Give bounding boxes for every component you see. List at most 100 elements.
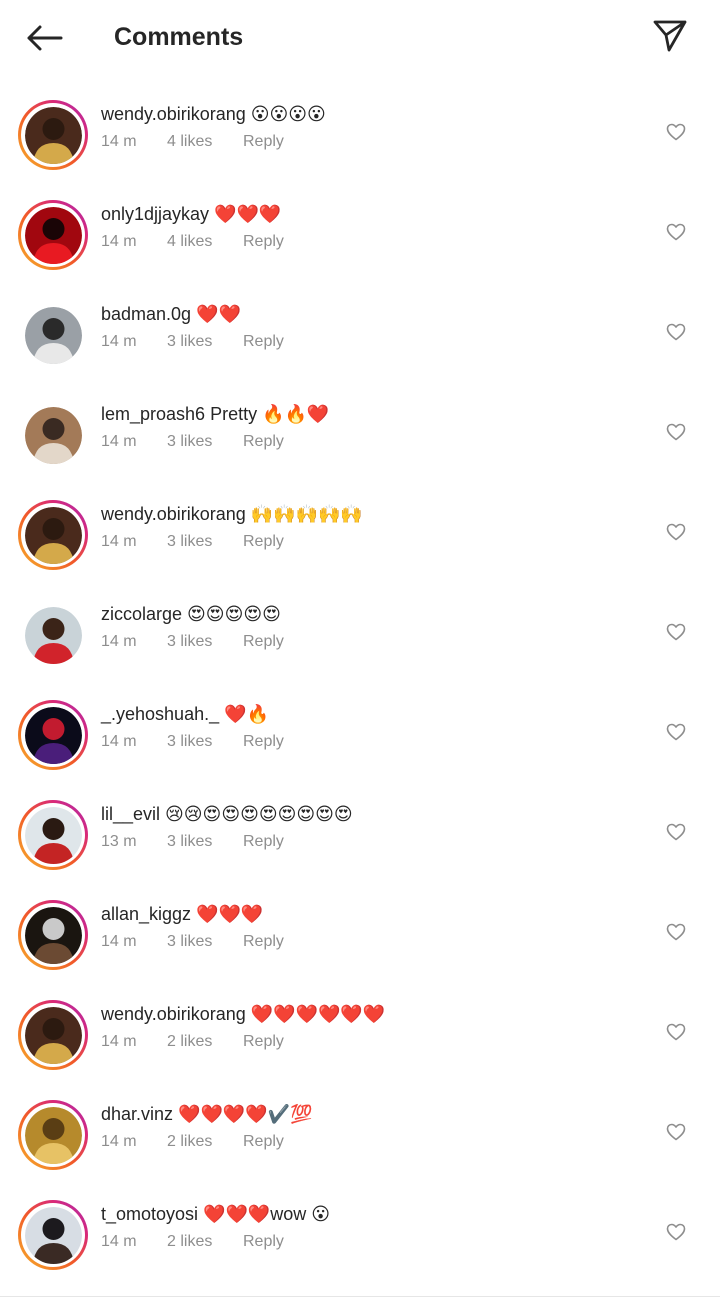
avatar-frame <box>21 203 85 267</box>
avatar-button[interactable] <box>18 200 88 270</box>
comment-text: ❤️❤️❤️wow 😮 <box>203 1204 331 1224</box>
like-button[interactable] <box>664 1220 688 1244</box>
likes-count[interactable]: 2 likes <box>167 1132 243 1152</box>
like-button[interactable] <box>664 620 688 644</box>
avatar-button[interactable] <box>18 600 88 670</box>
avatar-button[interactable] <box>18 1100 88 1170</box>
comment-line: lil__evil 😢😢😍😍😍😍😍😍😍😍 <box>101 802 640 826</box>
like-button[interactable] <box>664 820 688 844</box>
username-link[interactable]: wendy.obirikorang <box>101 1004 246 1024</box>
avatar <box>24 406 82 464</box>
avatar-button[interactable] <box>18 100 88 170</box>
like-button[interactable] <box>664 720 688 744</box>
username-link[interactable]: t_omotoyosi <box>101 1204 198 1224</box>
username-link[interactable]: wendy.obirikorang <box>101 104 246 124</box>
likes-count[interactable]: 2 likes <box>167 1232 243 1252</box>
like-button[interactable] <box>664 220 688 244</box>
comment-body: only1djjaykay ❤️❤️❤️ 14 m 4 likes Reply <box>101 202 640 252</box>
username-link[interactable]: only1djjaykay <box>101 204 209 224</box>
heart-icon <box>666 123 686 141</box>
reply-button[interactable]: Reply <box>243 1032 284 1052</box>
likes-count[interactable]: 3 likes <box>167 932 243 952</box>
like-button[interactable] <box>664 120 688 144</box>
comment-row: lem_proash6 Pretty 🔥🔥❤️ 14 m 3 likes Reply <box>0 384 720 484</box>
like-button[interactable] <box>664 420 688 444</box>
reply-button[interactable]: Reply <box>243 532 284 552</box>
avatar <box>24 1006 82 1064</box>
avatar-button[interactable] <box>18 400 88 470</box>
reply-button[interactable]: Reply <box>243 232 284 252</box>
username-link[interactable]: _.yehoshuah._ <box>101 704 219 724</box>
avatar-button[interactable] <box>18 500 88 570</box>
page-title: Comments <box>114 23 244 51</box>
timestamp: 14 m <box>101 133 137 150</box>
comment-meta: 14 m 4 likes Reply <box>101 232 640 252</box>
likes-count[interactable]: 3 likes <box>167 832 243 852</box>
timestamp: 14 m <box>101 533 137 550</box>
comment-text: 😍😍😍😍😍 <box>187 604 281 624</box>
comment-body: allan_kiggz ❤️❤️❤️ 14 m 3 likes Reply <box>101 902 640 952</box>
avatar-frame <box>21 803 85 867</box>
comment-meta: 14 m 4 likes Reply <box>101 132 640 152</box>
avatar-button[interactable] <box>18 900 88 970</box>
username-link[interactable]: lem_proash6 <box>101 404 205 424</box>
avatar-button[interactable] <box>18 1200 88 1270</box>
comment-meta: 14 m 3 likes Reply <box>101 732 640 752</box>
like-button[interactable] <box>664 320 688 344</box>
avatar <box>24 1106 82 1164</box>
comment-body: wendy.obirikorang 🙌🙌🙌🙌🙌 14 m 3 likes Reply <box>101 502 640 552</box>
username-link[interactable]: allan_kiggz <box>101 904 191 924</box>
avatar-button[interactable] <box>18 300 88 370</box>
reply-button[interactable]: Reply <box>243 432 284 452</box>
comment-row: dhar.vinz ❤️❤️❤️❤️✔️💯 14 m 2 likes Reply <box>0 1084 720 1184</box>
timestamp: 14 m <box>101 1033 137 1050</box>
back-button[interactable] <box>22 18 66 58</box>
reply-button[interactable]: Reply <box>243 632 284 652</box>
likes-count[interactable]: 3 likes <box>167 532 243 552</box>
likes-count[interactable]: 3 likes <box>167 732 243 752</box>
timestamp: 14 m <box>101 733 137 750</box>
likes-count[interactable]: 4 likes <box>167 232 243 252</box>
reply-button[interactable]: Reply <box>243 732 284 752</box>
reply-button[interactable]: Reply <box>243 1132 284 1152</box>
reply-button[interactable]: Reply <box>243 332 284 352</box>
likes-count[interactable]: 4 likes <box>167 132 243 152</box>
comment-text: ❤️❤️❤️ <box>214 204 282 224</box>
comment-line: wendy.obirikorang 😮😮😮😮 <box>101 102 640 126</box>
comment-body: wendy.obirikorang ❤️❤️❤️❤️❤️❤️ 14 m 2 like… <box>101 1002 640 1052</box>
username-link[interactable]: wendy.obirikorang <box>101 504 246 524</box>
heart-icon <box>666 723 686 741</box>
username-link[interactable]: ziccolarge <box>101 604 182 624</box>
like-button[interactable] <box>664 1120 688 1144</box>
likes-count[interactable]: 3 likes <box>167 432 243 452</box>
reply-button[interactable]: Reply <box>243 932 284 952</box>
heart-icon <box>666 1023 686 1041</box>
avatar-button[interactable] <box>18 1000 88 1070</box>
comment-row: t_omotoyosi ❤️❤️❤️wow 😮 14 m 2 likes Reply <box>0 1184 720 1284</box>
username-link[interactable]: lil__evil <box>101 804 160 824</box>
avatar-button[interactable] <box>18 800 88 870</box>
avatar-frame <box>24 306 82 364</box>
comment-meta: 14 m 3 likes Reply <box>101 932 640 952</box>
likes-count[interactable]: 3 likes <box>167 332 243 352</box>
reply-button[interactable]: Reply <box>243 832 284 852</box>
like-button[interactable] <box>664 520 688 544</box>
share-button[interactable] <box>648 14 692 58</box>
paper-plane-icon <box>653 20 687 52</box>
comment-meta: 14 m 2 likes Reply <box>101 1232 640 1252</box>
comment-text: Pretty 🔥🔥❤️ <box>210 404 330 424</box>
avatar-frame <box>21 703 85 767</box>
username-link[interactable]: dhar.vinz <box>101 1104 173 1124</box>
avatar <box>24 306 82 364</box>
avatar-frame <box>21 903 85 967</box>
avatar-button[interactable] <box>18 700 88 770</box>
reply-button[interactable]: Reply <box>243 132 284 152</box>
like-button[interactable] <box>664 1020 688 1044</box>
comment-row: badman.0g ❤️❤️ 14 m 3 likes Reply <box>0 284 720 384</box>
like-button[interactable] <box>664 920 688 944</box>
likes-count[interactable]: 2 likes <box>167 1032 243 1052</box>
username-link[interactable]: badman.0g <box>101 304 191 324</box>
avatar <box>24 1206 82 1264</box>
reply-button[interactable]: Reply <box>243 1232 284 1252</box>
likes-count[interactable]: 3 likes <box>167 632 243 652</box>
